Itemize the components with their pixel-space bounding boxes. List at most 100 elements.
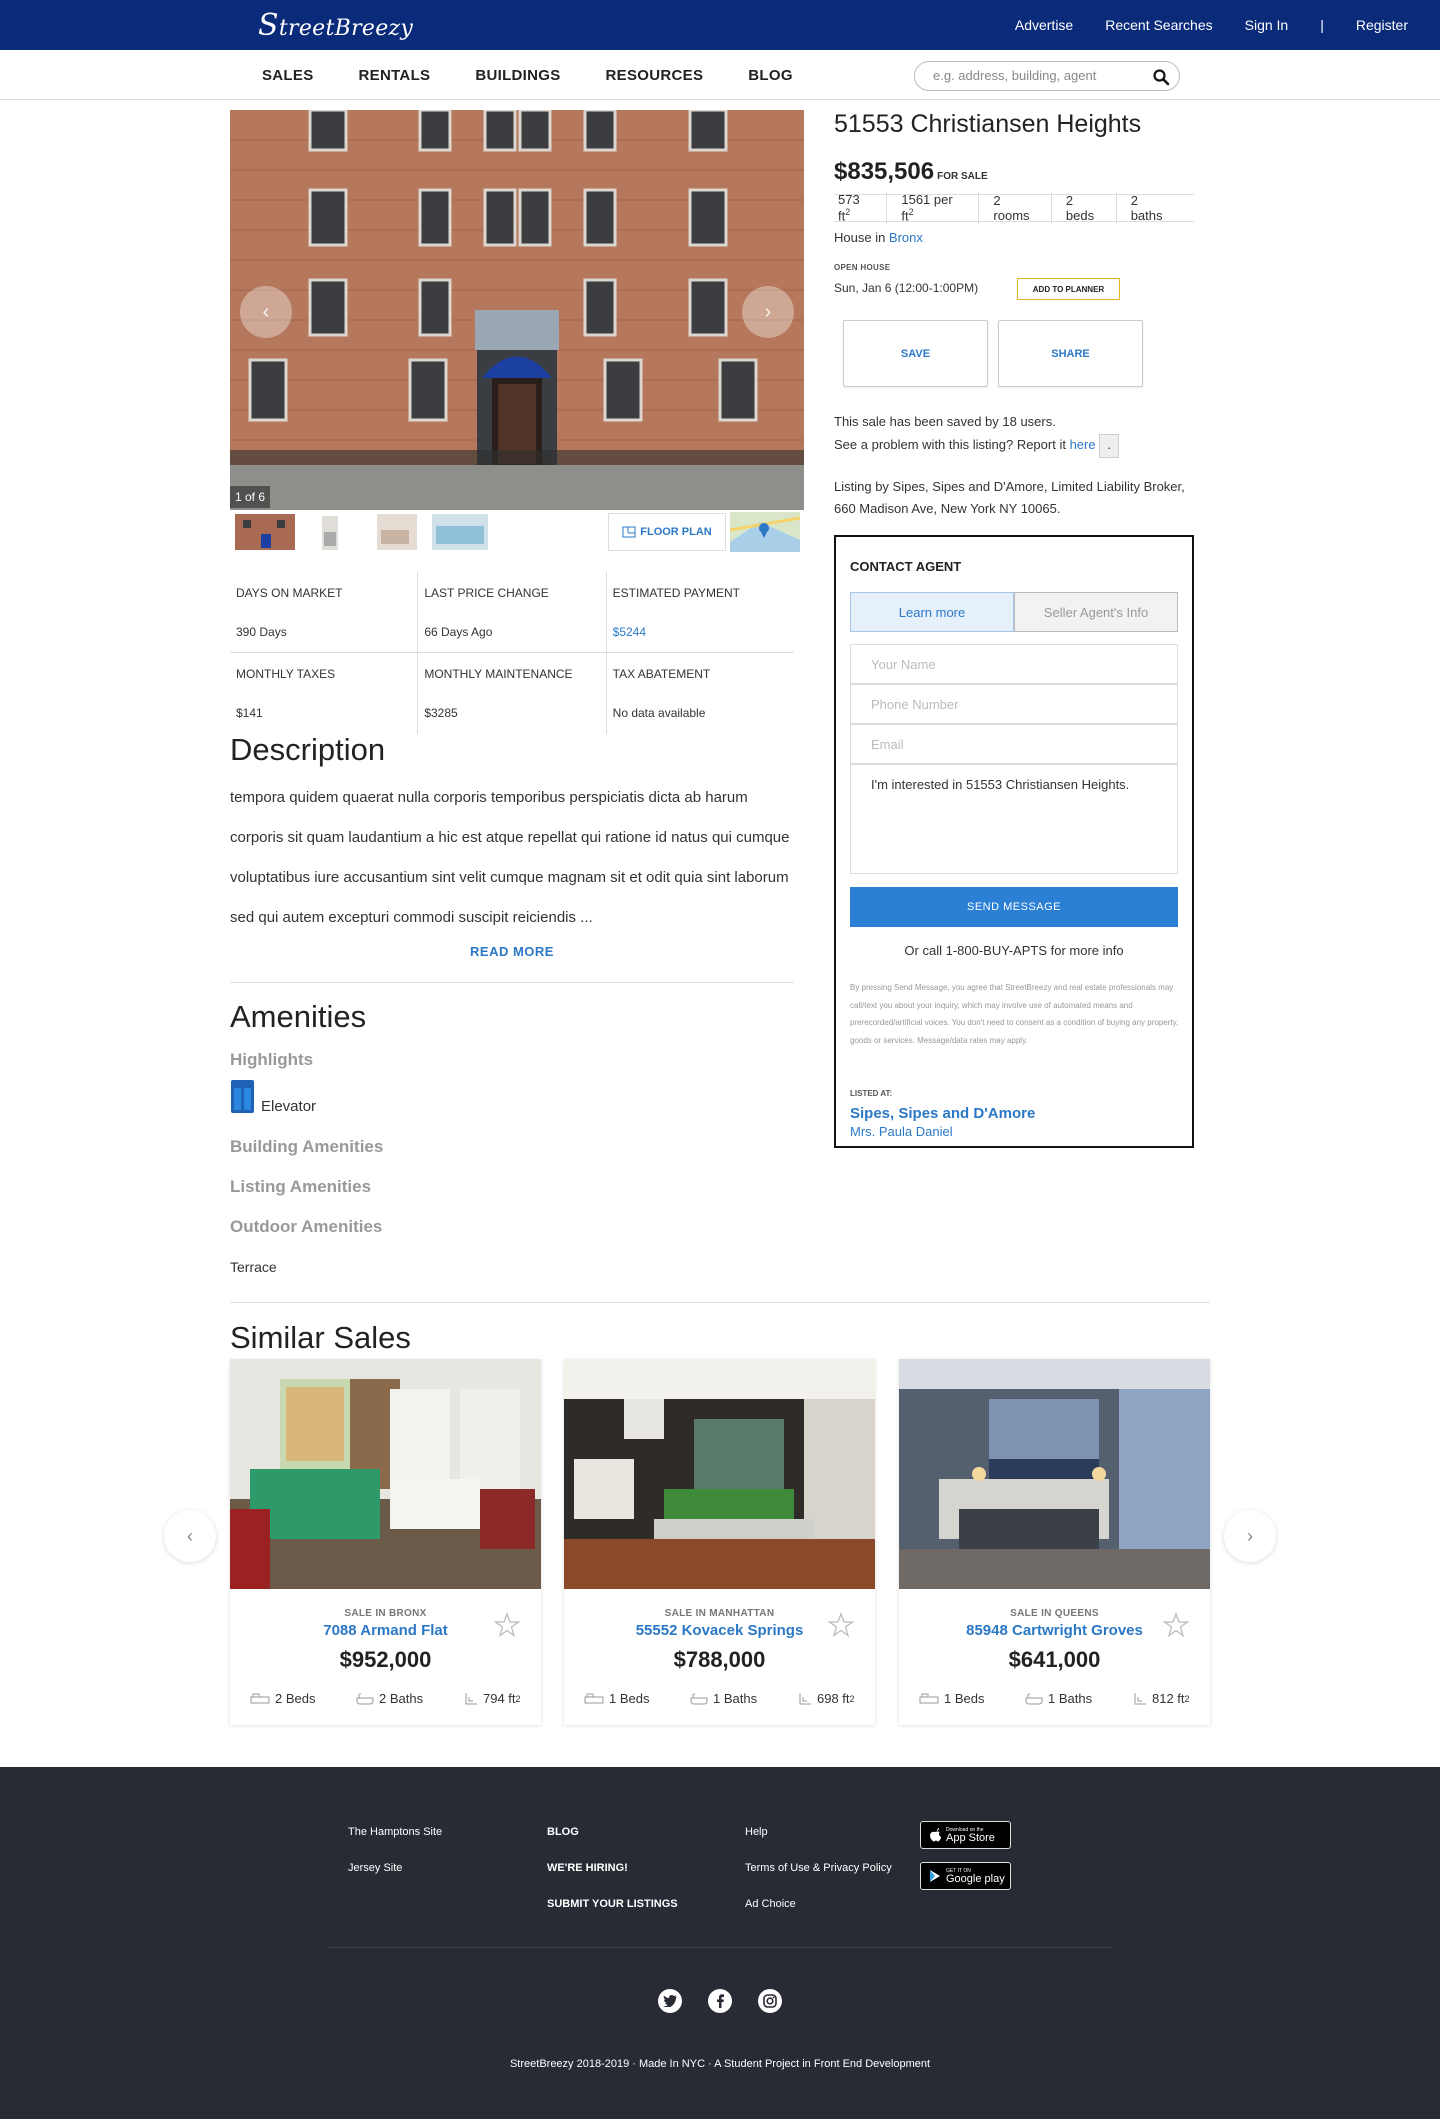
save-button[interactable]: SAVE [843, 320, 988, 387]
per-ft-superscript: 2 [908, 207, 914, 218]
main-photo[interactable]: ‹ › [230, 110, 804, 510]
similar-sales-heading: Similar Sales [230, 1320, 411, 1355]
top-nav: Advertise Recent Searches Sign In | Regi… [1015, 0, 1440, 50]
beds-count: 2 Beds [275, 1691, 316, 1706]
building-photo [230, 110, 804, 510]
logo[interactable]: StreetBreezy [258, 8, 413, 43]
report-link[interactable]: here [1070, 437, 1096, 452]
blog-link[interactable]: BLOG [547, 1826, 678, 1862]
sqft-info: 794 ft 2 [464, 1691, 521, 1706]
map-thumbnail[interactable] [730, 512, 800, 552]
fact-per-ft: 1561 per ft2 [897, 192, 980, 224]
stat-value: 390 Days [236, 625, 287, 639]
sqft-superscript: 2 [1184, 1693, 1190, 1704]
tab-learn-more[interactable]: Learn more [850, 592, 1014, 632]
app-store-text: App Store [946, 1831, 995, 1844]
floor-plan-button[interactable]: FLOOR PLAN [608, 513, 726, 551]
fact-beds: 2 beds [1062, 193, 1117, 223]
tab-seller-agent-info[interactable]: Seller Agent's Info [1014, 592, 1178, 632]
similar-listing-card[interactable]: SALE IN MANHATTAN 55552 Kovacek Springs … [564, 1359, 875, 1725]
similar-listing-card[interactable]: SALE IN BRONX 7088 Armand Flat $952,000 … [230, 1359, 541, 1725]
agent-link[interactable]: Mrs. Paula Daniel [850, 1124, 953, 1139]
twitter-icon[interactable] [658, 1989, 682, 2013]
nav-resources[interactable]: RESOURCES [606, 67, 704, 84]
add-to-planner-button[interactable]: ADD TO PLANNER [1017, 278, 1120, 300]
share-button[interactable]: SHARE [998, 320, 1143, 387]
sqft-superscript: 2 [849, 1693, 855, 1704]
sign-in-link[interactable]: Sign In [1245, 17, 1289, 33]
name-field[interactable]: Your Name [850, 644, 1178, 684]
top-header: StreetBreezy Advertise Recent Searches S… [0, 0, 1440, 50]
broker-link[interactable]: Sipes, Sipes and D'Amore [850, 1105, 1035, 1122]
submit-listings-link[interactable]: SUBMIT YOUR LISTINGS [547, 1898, 678, 1934]
borough-link[interactable]: Bronx [889, 230, 923, 245]
bath-icon [1025, 1693, 1043, 1704]
listing-title: 51553 Christiansen Heights [834, 110, 1142, 138]
stat-estimated-payment: ESTIMATED PAYMENT $5244 [605, 572, 794, 652]
nav-blog[interactable]: BLOG [748, 67, 793, 84]
star-icon[interactable] [1163, 1612, 1189, 1638]
nav-rentals[interactable]: RENTALS [359, 67, 431, 84]
bed-icon [919, 1693, 939, 1703]
estimated-payment-link[interactable]: $5244 [613, 625, 646, 639]
sqft-value: 698 ft [817, 1691, 850, 1706]
nav-buildings[interactable]: BUILDINGS [475, 67, 560, 84]
thumbnail-4[interactable] [430, 512, 490, 552]
star-icon[interactable] [828, 1612, 854, 1638]
report-dot: . [1099, 433, 1120, 458]
thumbnail-2[interactable] [300, 512, 360, 552]
register-link[interactable]: Register [1356, 17, 1408, 33]
next-photo-button[interactable]: › [742, 286, 794, 338]
recent-searches-link[interactable]: Recent Searches [1105, 17, 1212, 33]
thumbnail-1[interactable] [235, 512, 295, 552]
saved-info: This sale has been saved by 18 users. Se… [834, 410, 1120, 458]
search-input[interactable] [933, 68, 1143, 83]
phone-field[interactable]: Phone Number [850, 684, 1178, 724]
sqft-superscript: 2 [845, 207, 851, 218]
facebook-icon[interactable] [708, 1989, 732, 2013]
search-icon[interactable] [1152, 68, 1170, 86]
beds-info: 1 Beds [584, 1691, 649, 1706]
ad-choice-link[interactable]: Ad Choice [745, 1898, 892, 1934]
terms-link[interactable]: Terms of Use & Privacy Policy [745, 1862, 892, 1898]
message-field[interactable]: I'm interested in 51553 Christiansen Hei… [850, 764, 1178, 874]
beds-count: 1 Beds [944, 1691, 985, 1706]
sqft-info: 698 ft 2 [798, 1691, 855, 1706]
legal-disclaimer: By pressing Send Message, you agree that… [850, 983, 1179, 1045]
instagram-icon[interactable] [758, 1989, 782, 2013]
baths-count: 1 Baths [713, 1691, 758, 1706]
stat-label: MONTHLY TAXES [236, 667, 336, 681]
jersey-link[interactable]: Jersey Site [348, 1862, 442, 1898]
star-icon[interactable] [494, 1612, 520, 1638]
similar-prev-button[interactable]: ‹ [164, 1510, 216, 1562]
report-problem: See a problem with this listing? Report … [834, 433, 1120, 458]
footer-col-help: Help Terms of Use & Privacy Policy Ad Ch… [745, 1826, 892, 1934]
hamptons-link[interactable]: The Hamptons Site [348, 1826, 442, 1862]
apple-icon [930, 1828, 941, 1842]
send-message-button[interactable]: SEND MESSAGE [850, 887, 1178, 927]
read-more-button[interactable]: READ MORE [230, 944, 794, 959]
amenities-heading: Amenities [230, 999, 367, 1034]
saved-count-text: This sale has been saved by 18 users. [834, 414, 1056, 429]
contact-title: CONTACT AGENT [850, 559, 962, 574]
email-field[interactable]: Email [850, 724, 1178, 764]
terrace-label: Terrace [230, 1259, 277, 1275]
house-in-label: House in [834, 230, 889, 245]
contact-agent-card: CONTACT AGENT Learn more Seller Agent's … [834, 535, 1194, 1148]
google-play-icon [930, 1870, 940, 1882]
hiring-link[interactable]: WE'RE HIRING! [547, 1862, 678, 1898]
bed-icon [584, 1693, 604, 1703]
thumbnail-3[interactable] [365, 512, 425, 552]
similar-next-button[interactable]: › [1224, 1510, 1276, 1562]
logo-text: treetBreezy [278, 16, 414, 41]
prev-photo-button[interactable]: ‹ [240, 286, 292, 338]
open-house-label: OPEN HOUSE [834, 263, 891, 272]
nav-sales[interactable]: SALES [262, 67, 314, 84]
app-store-badge[interactable]: Download on the App Store [920, 1821, 1011, 1849]
google-play-badge[interactable]: GET IT ON Google play [920, 1862, 1011, 1890]
help-link[interactable]: Help [745, 1826, 892, 1862]
advertise-link[interactable]: Advertise [1015, 17, 1073, 33]
area-icon [465, 1692, 477, 1704]
beds-count: 1 Beds [609, 1691, 650, 1706]
similar-listing-card[interactable]: SALE IN QUEENS 85948 Cartwright Groves $… [899, 1359, 1210, 1725]
